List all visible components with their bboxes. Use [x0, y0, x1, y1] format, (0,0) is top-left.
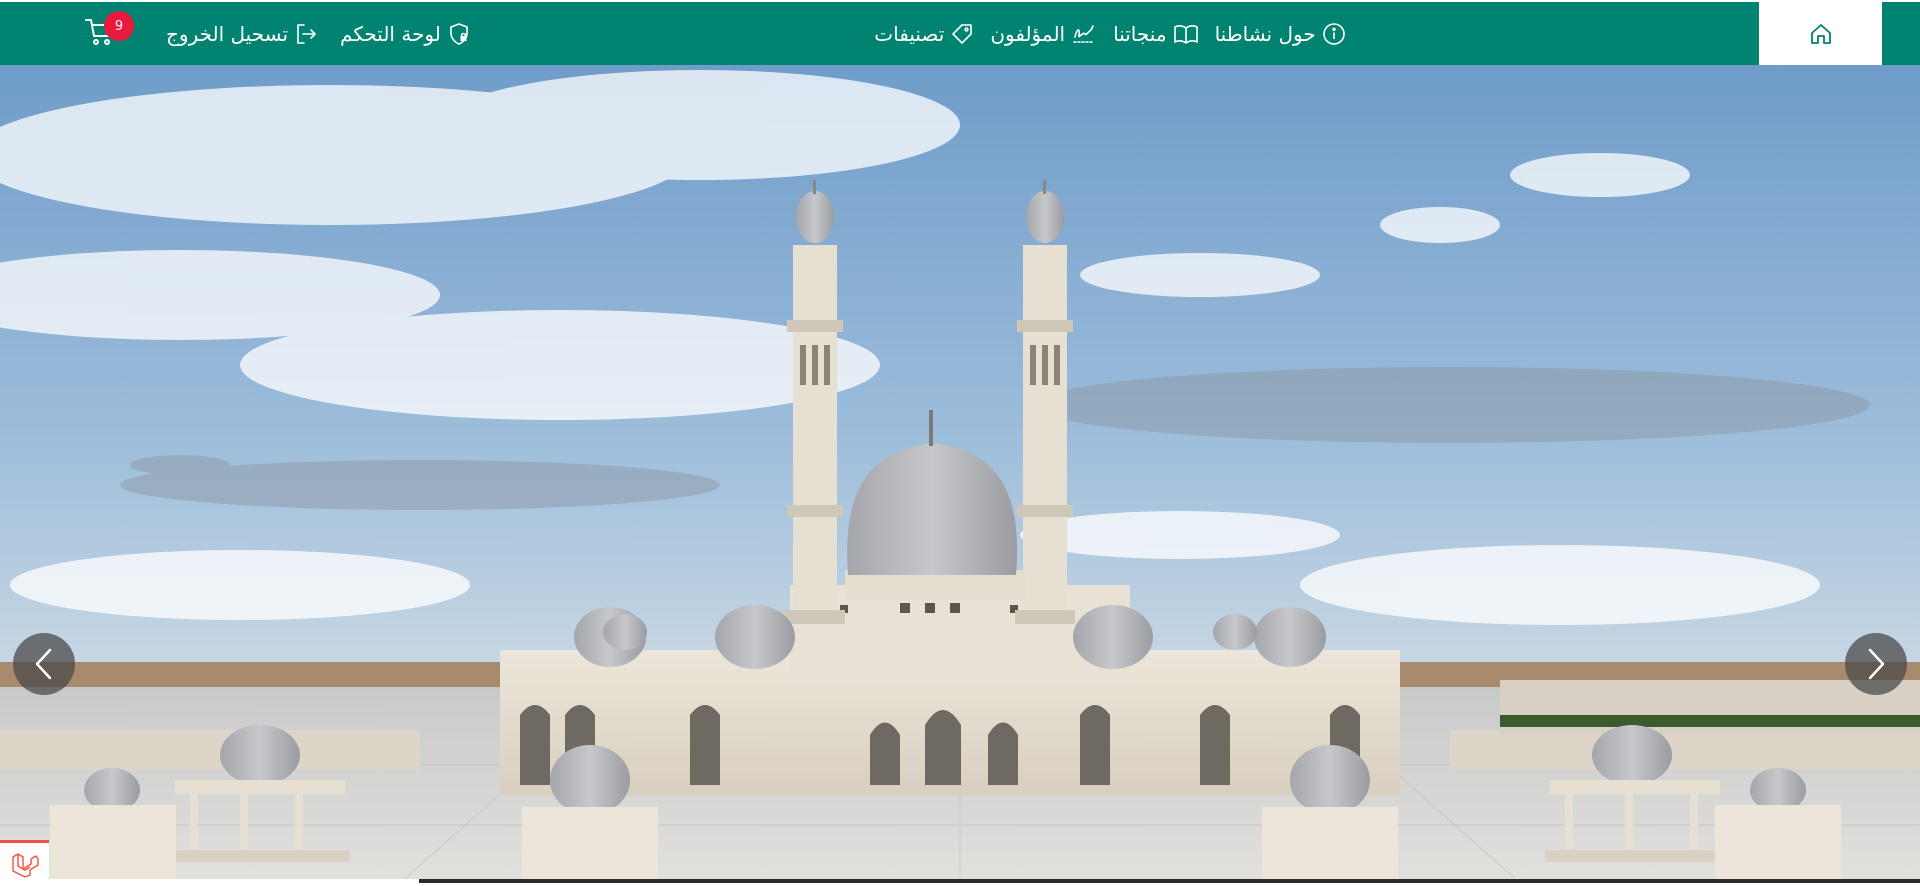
laravel-icon	[11, 852, 39, 878]
slider-progress-track	[49, 879, 419, 883]
slider-prev-button[interactable]	[13, 633, 75, 695]
info-icon	[1322, 22, 1345, 45]
signature-icon	[1073, 24, 1095, 43]
dashboard-link[interactable]: لوحة التحكم	[340, 22, 471, 46]
top-navbar: حول نشاطنا منجاتنا المؤلفون تصنيفات لوحة…	[0, 2, 1920, 65]
nav-products-label: منجاتنا	[1113, 21, 1167, 46]
nav-authors[interactable]: المؤلفون	[990, 22, 1097, 46]
logout-link[interactable]: تسحيل الخروج	[166, 22, 318, 46]
laravel-debugbar-toggle[interactable]	[0, 840, 49, 886]
cart-count-badge: 9	[104, 11, 134, 41]
nav-about-label: حول نشاطنا	[1214, 21, 1316, 46]
nav-authors-label: المؤلفون	[990, 21, 1066, 46]
chevron-right-icon	[1868, 648, 1885, 680]
home-icon	[1810, 23, 1831, 44]
dashboard-label: لوحة التحكم	[340, 21, 441, 46]
hero-image	[0, 65, 1920, 883]
nav-categories-label: تصنيفات	[874, 21, 945, 46]
tag-icon	[952, 23, 973, 44]
main-nav: حول نشاطنا منجاتنا المؤلفون تصنيفات	[870, 2, 1350, 65]
nav-products[interactable]: منجاتنا	[1113, 22, 1198, 46]
nav-categories[interactable]: تصنيفات	[874, 22, 974, 46]
hero-slider	[0, 65, 1920, 883]
book-icon	[1173, 24, 1198, 44]
home-tab[interactable]	[1759, 2, 1882, 65]
chevron-left-icon	[35, 648, 52, 680]
shield-lock-icon	[450, 22, 468, 45]
nav-about[interactable]: حول نشاطنا	[1215, 22, 1346, 46]
user-links: لوحة التحكم تسحيل الخروج	[166, 2, 468, 65]
logout-icon	[297, 23, 316, 44]
slider-next-button[interactable]	[1845, 633, 1907, 695]
slider-progress-remaining	[419, 879, 1920, 883]
logout-label: تسحيل الخروج	[166, 21, 289, 46]
